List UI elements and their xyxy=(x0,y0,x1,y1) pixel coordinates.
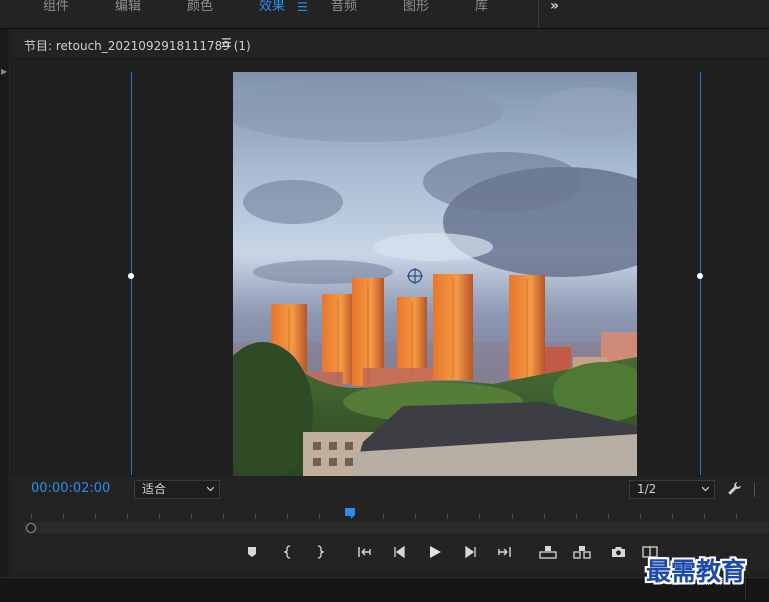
extract-button[interactable] xyxy=(573,544,591,560)
settings-wrench-icon[interactable] xyxy=(727,481,742,496)
step-back-icon xyxy=(394,546,405,558)
go-to-out-button[interactable] xyxy=(496,544,512,560)
panel-title[interactable]: 节目: retouch_2021092918111789 (1) xyxy=(24,37,251,54)
expand-arrow-icon[interactable]: ▶ xyxy=(1,67,7,76)
play-icon xyxy=(430,546,441,558)
zoom-level-value: 适合 xyxy=(142,482,167,496)
zoom-scroll-bar[interactable] xyxy=(24,522,769,533)
play-button[interactable] xyxy=(427,544,443,560)
time-ruler[interactable] xyxy=(22,512,769,522)
overflow-control-icon[interactable] xyxy=(754,483,769,497)
tab-libraries[interactable]: 库 xyxy=(475,0,488,15)
tab-editing[interactable]: 编辑 xyxy=(115,0,141,15)
tab-effects[interactable]: 效果 xyxy=(259,0,285,15)
topbar-divider xyxy=(538,0,539,28)
mark-in-icon xyxy=(283,545,291,559)
go-to-in-icon xyxy=(358,547,371,557)
add-marker-button[interactable] xyxy=(244,544,260,560)
step-forward-icon xyxy=(465,546,476,558)
zoom-level-select[interactable]: 适合 xyxy=(134,480,220,499)
lift-icon xyxy=(539,546,557,559)
playback-resolution-select[interactable]: 1/2 xyxy=(629,480,715,499)
go-to-out-icon xyxy=(498,547,511,557)
anchor-crosshair-icon[interactable] xyxy=(407,268,423,284)
export-frame-button[interactable] xyxy=(610,544,626,560)
step-forward-button[interactable] xyxy=(462,544,478,560)
playback-resolution-value: 1/2 xyxy=(637,482,657,496)
workspace-menu-icon[interactable]: ☰ xyxy=(297,0,308,14)
step-back-button[interactable] xyxy=(392,544,408,560)
left-panel-gutter: ▶ xyxy=(0,29,10,577)
tab-graphics[interactable]: 图形 xyxy=(403,0,429,15)
playhead-marker-icon[interactable] xyxy=(344,507,358,521)
extract-icon xyxy=(573,546,591,559)
marker-icon xyxy=(248,547,256,557)
lift-button[interactable] xyxy=(539,544,557,560)
tab-assembly[interactable]: 组件 xyxy=(43,0,69,15)
playhead-timecode[interactable]: 00:00:02:00 xyxy=(31,481,110,496)
sunset-city-image xyxy=(233,72,637,476)
left-guide-handle[interactable] xyxy=(128,273,134,279)
mark-out-button[interactable] xyxy=(312,544,328,560)
more-workspaces-icon[interactable]: » xyxy=(550,0,559,14)
zoom-scroll-handle[interactable] xyxy=(26,523,36,533)
watermark-text: 最需教育 xyxy=(646,557,747,586)
mark-out-icon xyxy=(317,545,325,559)
camera-icon xyxy=(611,547,625,557)
panel-menu-icon[interactable]: ☰ xyxy=(221,36,232,50)
go-to-in-button[interactable] xyxy=(357,544,373,560)
panel-header: 节目: retouch_2021092918111789 (1) ☰ xyxy=(11,30,769,59)
tab-audio[interactable]: 音频 xyxy=(331,0,357,15)
tab-color[interactable]: 颜色 xyxy=(187,0,213,15)
chevron-down-icon xyxy=(702,486,709,492)
workspace-bar: 组件 编辑 颜色 效果 ☰ 音频 图形 库 » xyxy=(0,0,769,29)
video-frame[interactable] xyxy=(233,72,637,476)
mark-in-button[interactable] xyxy=(280,544,296,560)
right-guide-handle[interactable] xyxy=(697,273,703,279)
chevron-down-icon xyxy=(207,486,214,492)
